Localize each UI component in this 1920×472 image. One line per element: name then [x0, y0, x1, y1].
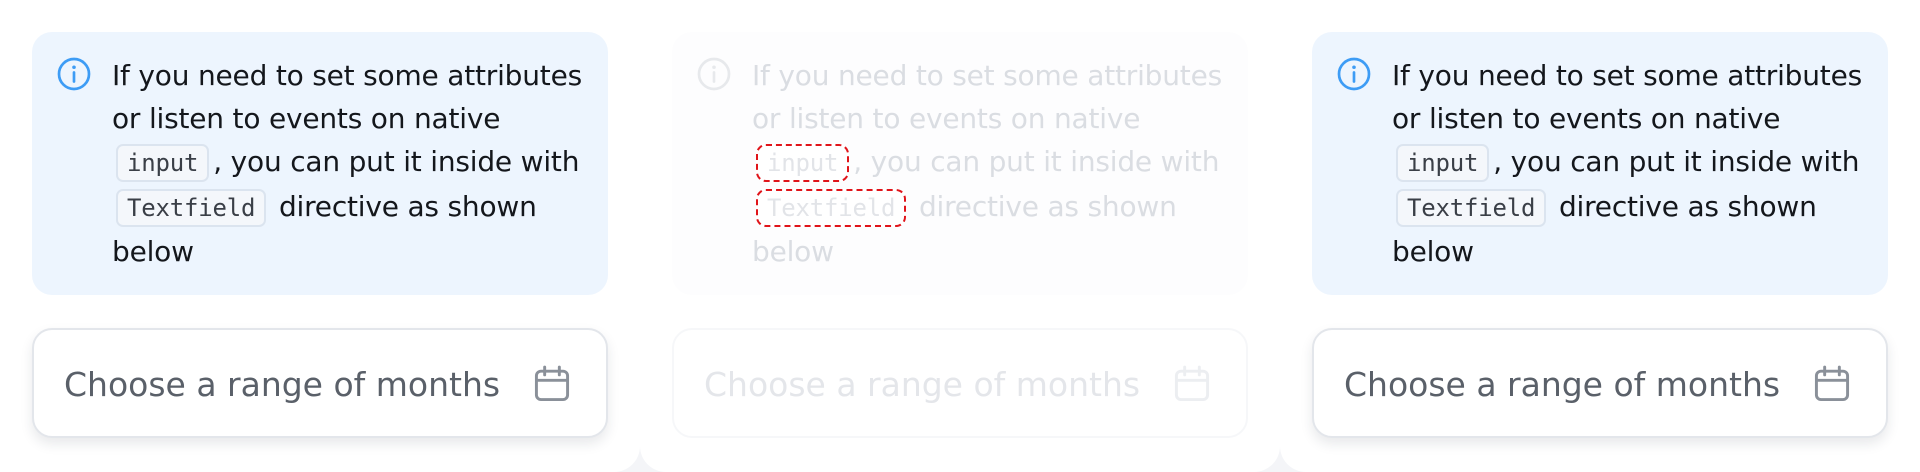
month-range-field[interactable] — [32, 328, 608, 438]
info-alert: If you need to set some attributes or li… — [32, 32, 608, 295]
code-input: input — [1396, 144, 1490, 182]
alert-text-line1: If you need to set some attributes or li… — [1392, 59, 1862, 135]
info-icon — [697, 57, 731, 91]
month-range-field[interactable] — [672, 328, 1248, 438]
month-range-input[interactable] — [62, 330, 506, 438]
code-textfield: Textfield — [756, 189, 907, 227]
alert-text-line1: If you need to set some attributes or li… — [752, 59, 1222, 135]
alert-comma: , — [1493, 145, 1502, 178]
info-alert: If you need to set some attributes or li… — [672, 32, 1248, 295]
alert-text-line2: you can put it inside with — [230, 145, 580, 178]
alert-comma: , — [853, 145, 862, 178]
month-range-input[interactable] — [1342, 330, 1786, 438]
calendar-icon[interactable] — [1810, 362, 1854, 406]
calendar-icon[interactable] — [1170, 362, 1214, 406]
alert-message: If you need to set some attributes or li… — [112, 54, 582, 273]
alert-text-line2: you can put it inside with — [870, 145, 1220, 178]
alert-text-line1: If you need to set some attributes or li… — [112, 59, 582, 135]
alert-message: If you need to set some attributes or li… — [752, 54, 1222, 273]
panel-normal: If you need to set some attributes or li… — [0, 0, 640, 472]
alert-text-line2: you can put it inside with — [1510, 145, 1860, 178]
month-range-field[interactable] — [1312, 328, 1888, 438]
month-range-input[interactable] — [702, 330, 1146, 438]
alert-comma: , — [213, 145, 222, 178]
alert-message: If you need to set some attributes or li… — [1392, 54, 1862, 273]
calendar-icon[interactable] — [530, 362, 574, 406]
code-textfield: Textfield — [1396, 189, 1547, 227]
panel-normal-2: If you need to set some attributes or li… — [1280, 0, 1920, 472]
code-input: input — [116, 144, 210, 182]
code-input: input — [756, 144, 850, 182]
info-icon — [1337, 57, 1371, 91]
code-textfield: Textfield — [116, 189, 267, 227]
panel-faded: If you need to set some attributes or li… — [640, 0, 1280, 472]
info-icon — [57, 57, 91, 91]
info-alert: If you need to set some attributes or li… — [1312, 32, 1888, 295]
